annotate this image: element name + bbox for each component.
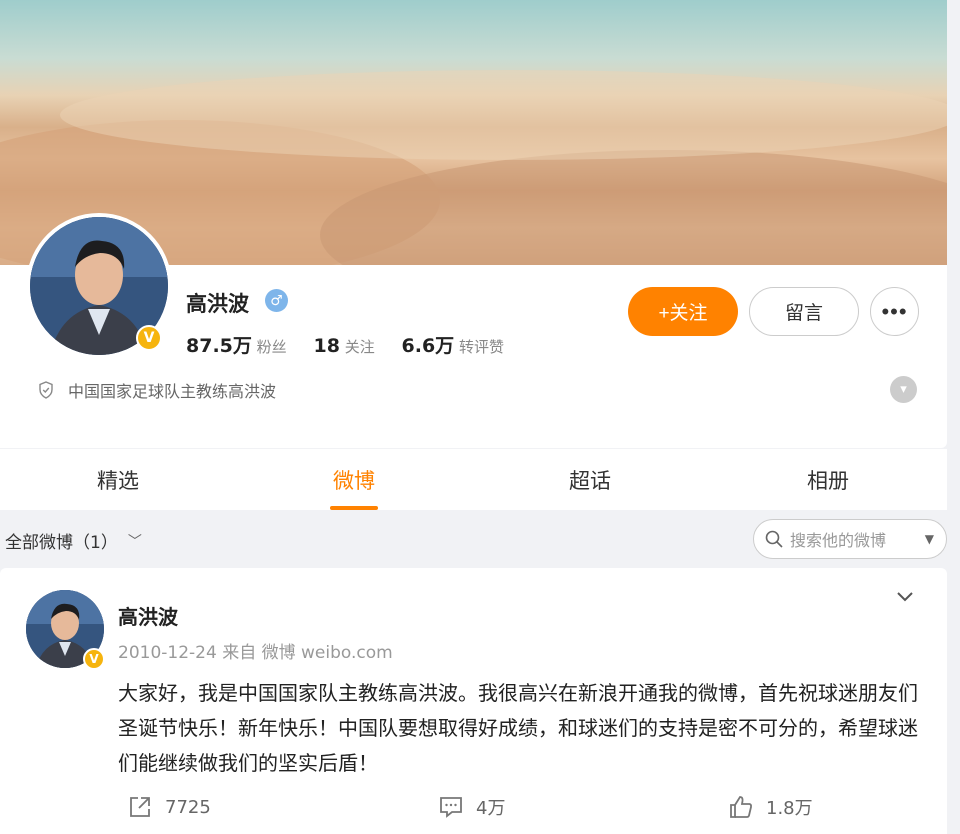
chevron-down-icon — [897, 592, 913, 602]
chevron-down-icon: ﹀ — [127, 533, 142, 550]
followers-stat[interactable]: 87.5万 粉丝 — [186, 335, 287, 357]
expand-profile-button[interactable]: ▾ — [890, 376, 917, 403]
profile-tabs: 精选 微博 超话 相册 — [0, 449, 947, 510]
active-tab-indicator — [330, 506, 378, 510]
comment-icon — [440, 797, 462, 818]
likes-stat[interactable]: 6.6万 转评赞 — [402, 335, 504, 357]
profile-card: V 高洪波 ♂ 87.5万 粉丝 18 关注 6.6万 转评赞 +关注 留言 •… — [0, 0, 947, 448]
following-stat[interactable]: 18 关注 — [313, 335, 374, 357]
post-filter-dropdown[interactable]: 全部微博（1） ﹀ — [5, 528, 142, 553]
profile-bio: 中国国家足球队主教练高洪波 — [38, 378, 276, 402]
search-placeholder: 搜索他的微博 — [790, 531, 887, 550]
chevron-down-icon: ▾ — [900, 382, 907, 397]
verified-badge-icon: V — [83, 648, 105, 670]
tab-album[interactable]: 相册 — [710, 449, 946, 510]
profile-banner — [0, 0, 947, 265]
message-button[interactable]: 留言 — [749, 287, 859, 336]
tab-featured[interactable]: 精选 — [0, 449, 236, 510]
repost-icon — [130, 797, 150, 817]
comment-count: 4万 — [476, 798, 506, 819]
profile-stats: 87.5万 粉丝 18 关注 6.6万 转评赞 — [186, 331, 526, 358]
more-options-button[interactable]: ••• — [870, 287, 919, 336]
male-gender-icon: ♂ — [265, 289, 288, 312]
post-filter-label: 全部微博（1） — [5, 533, 118, 553]
scrollbar[interactable] — [948, 0, 960, 834]
tab-weibo[interactable]: 微博 — [236, 449, 472, 510]
caret-down-icon[interactable]: ▼ — [925, 532, 934, 546]
post-search-input[interactable]: 搜索他的微博 ▼ — [753, 519, 947, 559]
bio-text: 中国国家足球队主教练高洪波 — [68, 382, 277, 401]
like-button[interactable]: 1.8万 — [728, 794, 813, 820]
post-options-button[interactable] — [895, 588, 915, 609]
post-text: 大家好，我是中国国家队主教练高洪波。我很高兴在新浪开通我的微博，首先祝球迷朋友们… — [118, 681, 918, 775]
like-count: 1.8万 — [766, 798, 813, 819]
profile-name: 高洪波 — [186, 292, 249, 316]
search-icon — [765, 530, 783, 548]
repost-button[interactable]: 7725 — [127, 794, 211, 820]
post-meta: 2010-12-24 来自 微博 weibo.com — [118, 643, 393, 663]
like-icon — [730, 796, 752, 818]
post-actions: 7725 4万 1.8万 — [0, 794, 947, 824]
shield-icon — [39, 381, 53, 399]
post-author-name[interactable]: 高洪波 — [118, 601, 178, 630]
follow-button[interactable]: +关注 — [628, 287, 738, 336]
tab-supertopic[interactable]: 超话 — [472, 449, 708, 510]
post-card: V 高洪波 2010-12-24 来自 微博 weibo.com 大家好，我是中… — [0, 568, 947, 834]
verified-badge-icon: V — [136, 325, 162, 351]
repost-count: 7725 — [165, 796, 211, 818]
comment-button[interactable]: 4万 — [438, 794, 505, 820]
